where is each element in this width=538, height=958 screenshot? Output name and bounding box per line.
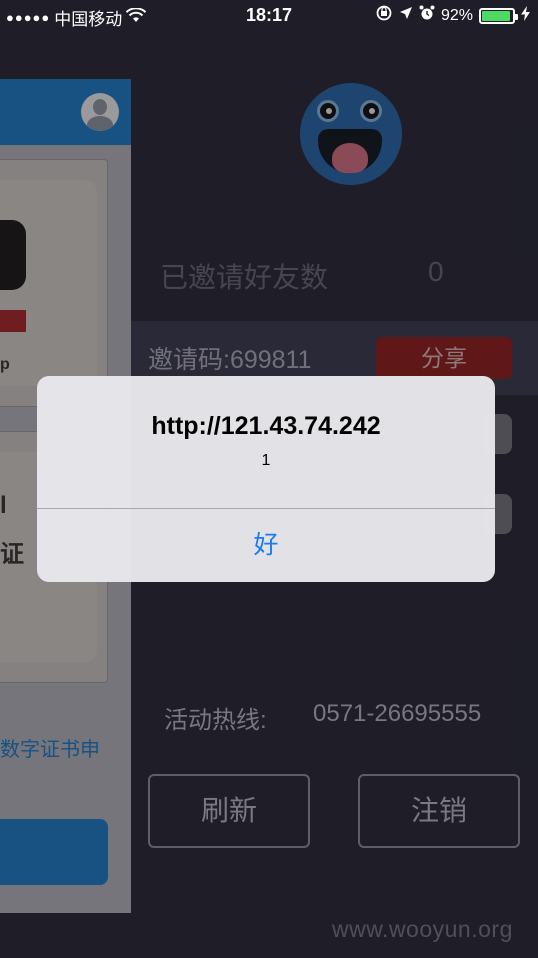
alert-title: http://121.43.74.242 bbox=[151, 412, 381, 440]
battery-percent: 92% bbox=[440, 6, 473, 24]
alarm-icon bbox=[419, 5, 435, 26]
status-right: 92% bbox=[375, 5, 530, 26]
charging-bolt-icon bbox=[521, 5, 530, 26]
rotation-lock-icon bbox=[375, 5, 393, 26]
status-bar: ●●●●● 中国移动 18:17 92% bbox=[0, 0, 538, 32]
battery-fill bbox=[482, 10, 510, 21]
alert-message: 1 bbox=[261, 452, 271, 469]
location-arrow-icon bbox=[399, 6, 413, 25]
battery-icon bbox=[479, 7, 518, 24]
alert-ok-button[interactable]: 好 bbox=[37, 509, 495, 582]
alert-dialog: http://121.43.74.242 1 好 bbox=[37, 376, 495, 582]
